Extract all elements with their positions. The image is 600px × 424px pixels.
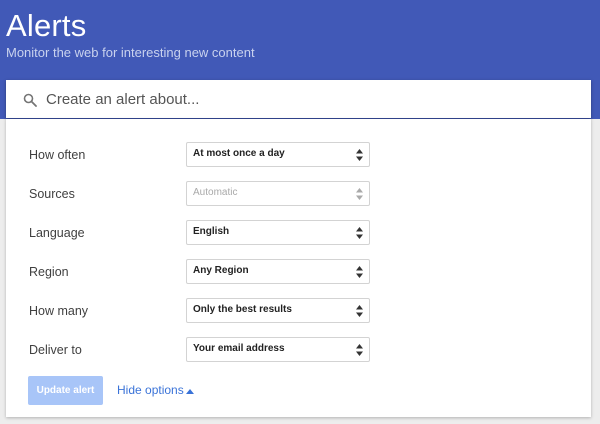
select-arrows-icon bbox=[356, 188, 363, 200]
sources-select: Automatic bbox=[186, 181, 370, 206]
how-many-value: Only the best results bbox=[193, 304, 292, 315]
region-select[interactable]: Any Region bbox=[186, 259, 370, 284]
search-placeholder: Create an alert about... bbox=[46, 91, 200, 108]
how-often-select[interactable]: At most once a day bbox=[186, 142, 370, 167]
page-subtitle: Monitor the web for interesting new cont… bbox=[6, 45, 255, 60]
deliver-to-value: Your email address bbox=[193, 343, 285, 354]
sources-value: Automatic bbox=[193, 187, 238, 198]
deliver-to-label: Deliver to bbox=[29, 343, 82, 357]
how-many-select[interactable]: Only the best results bbox=[186, 298, 370, 323]
hide-options-link[interactable]: Hide options bbox=[117, 383, 184, 397]
search-icon bbox=[23, 93, 37, 107]
region-label: Region bbox=[29, 265, 69, 279]
alert-options-panel: How often At most once a day Sources Aut… bbox=[6, 119, 591, 417]
select-arrows-icon bbox=[356, 305, 363, 317]
how-often-label: How often bbox=[29, 148, 86, 162]
language-select[interactable]: English bbox=[186, 220, 370, 245]
search-input[interactable]: Create an alert about... bbox=[6, 80, 591, 118]
sources-label: Sources bbox=[29, 187, 75, 201]
select-arrows-icon bbox=[356, 227, 363, 239]
select-arrows-icon bbox=[356, 344, 363, 356]
select-arrows-icon bbox=[356, 149, 363, 161]
select-arrows-icon bbox=[356, 266, 363, 278]
how-many-label: How many bbox=[29, 304, 89, 318]
language-value: English bbox=[193, 226, 230, 237]
page-title: Alerts bbox=[6, 8, 87, 43]
how-often-value: At most once a day bbox=[193, 148, 285, 159]
caret-up-icon[interactable] bbox=[186, 389, 194, 394]
language-label: Language bbox=[29, 226, 85, 240]
deliver-to-select[interactable]: Your email address bbox=[186, 337, 370, 362]
region-value: Any Region bbox=[193, 265, 249, 276]
update-alert-button[interactable]: Update alert bbox=[28, 376, 103, 405]
